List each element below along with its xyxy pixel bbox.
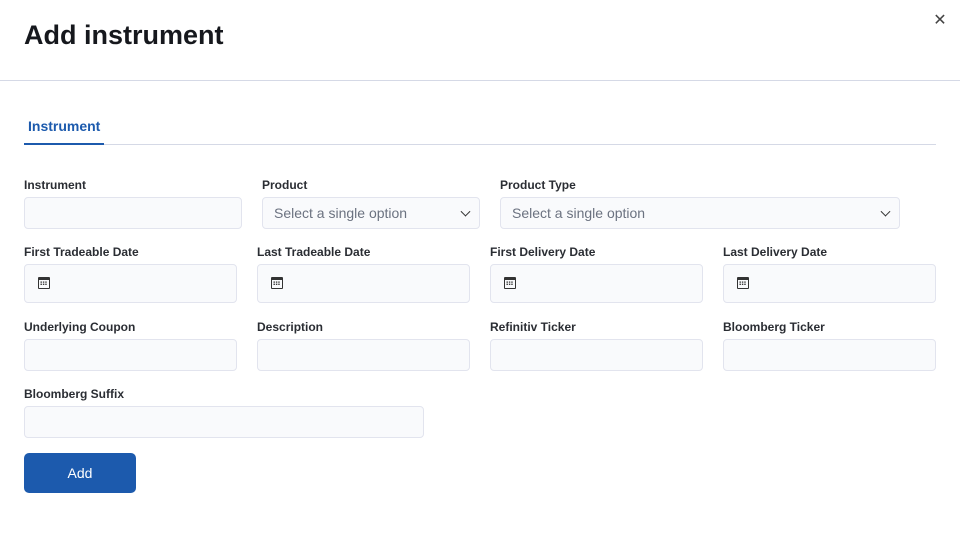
instrument-label: Instrument [24, 178, 87, 192]
product-select[interactable]: Select a single option [262, 197, 480, 229]
underlying-coupon-label: Underlying Coupon [24, 320, 136, 334]
calendar-icon[interactable] [271, 277, 283, 289]
bloomberg-suffix-input[interactable] [24, 406, 424, 438]
bloomberg-ticker-input[interactable] [723, 339, 936, 371]
description-label: Description [257, 320, 324, 334]
description-input[interactable] [257, 339, 470, 371]
instrument-input[interactable] [24, 197, 242, 229]
active-tab-indicator [24, 143, 104, 145]
calendar-icon[interactable] [504, 277, 516, 289]
last-delivery-date-label: Last Delivery Date [723, 245, 828, 259]
refinitiv-ticker-label: Refinitiv Ticker [490, 320, 576, 334]
close-icon[interactable]: ✕ [932, 10, 948, 29]
first-tradeable-date-label: First Tradeable Date [24, 245, 139, 259]
last-tradeable-date-input[interactable] [257, 264, 470, 303]
last-tradeable-date-label: Last Tradeable Date [257, 245, 371, 259]
first-delivery-date-label: First Delivery Date [490, 245, 596, 259]
refinitiv-ticker-input[interactable] [490, 339, 703, 371]
add-button[interactable]: Add [24, 453, 136, 493]
bloomberg-ticker-label: Bloomberg Ticker [723, 320, 825, 334]
underlying-coupon-input[interactable] [24, 339, 237, 371]
product-type-placeholder: Select a single option [512, 205, 646, 221]
product-label: Product [262, 178, 308, 192]
dialog-title: Add instrument [24, 20, 224, 50]
tab-instrument[interactable]: Instrument [28, 118, 100, 134]
calendar-icon[interactable] [737, 277, 749, 289]
calendar-icon[interactable] [38, 277, 50, 289]
header-divider [0, 80, 960, 81]
bloomberg-suffix-label: Bloomberg Suffix [24, 387, 125, 401]
first-delivery-date-input[interactable] [490, 264, 703, 303]
tab-divider [24, 144, 936, 145]
product-type-label: Product Type [500, 178, 576, 192]
product-placeholder: Select a single option [274, 205, 408, 221]
chevron-down-icon [880, 206, 891, 217]
last-delivery-date-input[interactable] [723, 264, 936, 303]
chevron-down-icon [460, 206, 471, 217]
first-tradeable-date-input[interactable] [24, 264, 237, 303]
product-type-select[interactable]: Select a single option [500, 197, 900, 229]
